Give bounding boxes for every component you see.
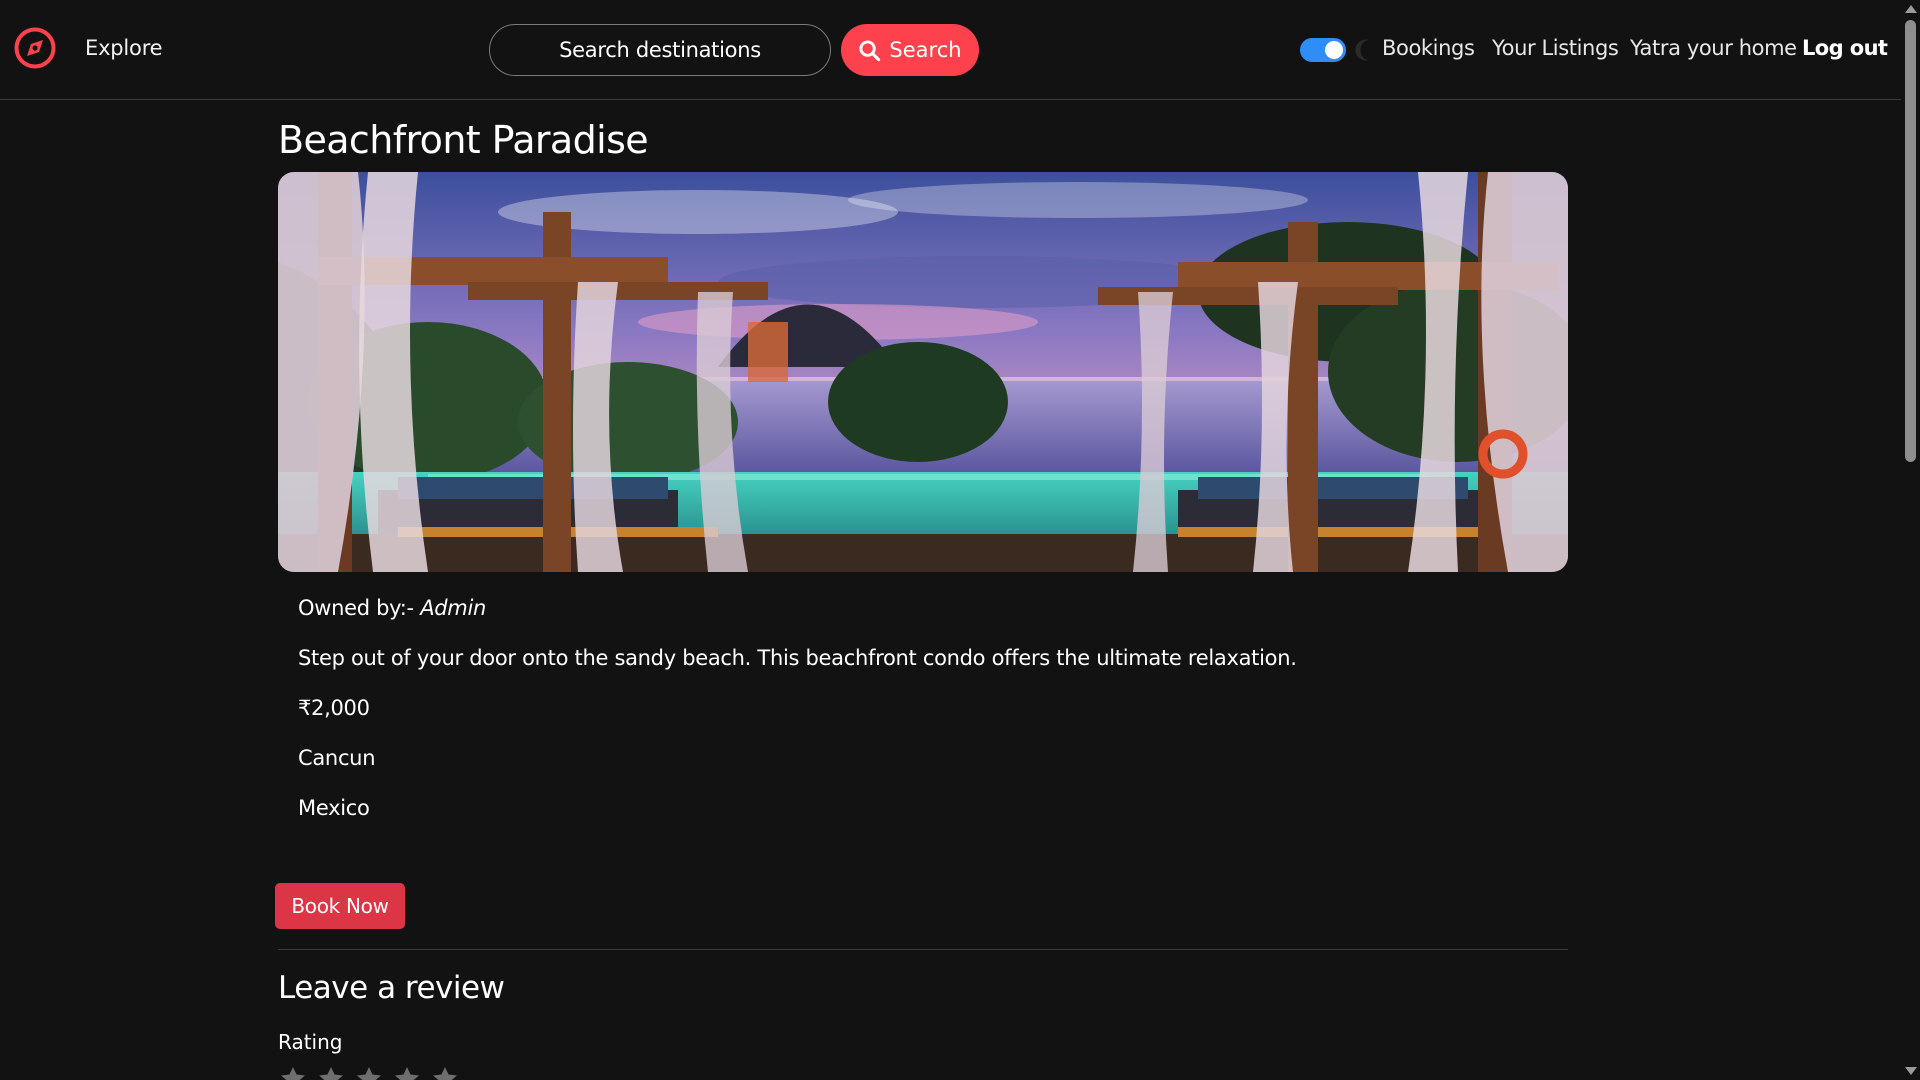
listing-city: Cancun <box>298 746 376 770</box>
search-button[interactable]: Search <box>841 24 979 76</box>
owner-name: Admin <box>420 596 486 620</box>
scroll-thumb[interactable] <box>1905 20 1916 462</box>
toggle-knob <box>1325 41 1343 59</box>
moon-icon <box>1355 39 1369 61</box>
magnifier-icon <box>859 39 881 61</box>
explore-link[interactable]: Explore <box>85 36 163 60</box>
nav-bookings-link[interactable]: Bookings <box>1382 36 1475 60</box>
star-icon[interactable] <box>280 1066 306 1080</box>
nav-your-listings-link[interactable]: Your Listings <box>1492 36 1619 60</box>
nav-logout-link[interactable]: Log out <box>1802 36 1888 60</box>
listing-image <box>278 172 1568 572</box>
compass-icon[interactable] <box>12 25 58 71</box>
search-button-label: Search <box>889 38 962 62</box>
owner-prefix: Owned by:- <box>298 596 421 620</box>
section-divider <box>278 949 1568 950</box>
navbar: Explore Search Bookings Your Listings Ya… <box>0 0 1901 100</box>
star-icon[interactable] <box>432 1066 458 1080</box>
page: Explore Search Bookings Your Listings Ya… <box>0 0 1920 1080</box>
star-icon[interactable] <box>318 1066 344 1080</box>
theme-toggle[interactable] <box>1300 38 1346 62</box>
scroll-up-arrow[interactable] <box>1905 5 1917 13</box>
listing-price: ₹2,000 <box>298 696 370 720</box>
review-heading: Leave a review <box>278 970 505 1006</box>
listing-description: Step out of your door onto the sandy bea… <box>298 646 1297 670</box>
page-scrollbar[interactable] <box>1901 0 1920 1080</box>
scroll-down-arrow[interactable] <box>1905 1067 1917 1075</box>
book-now-button[interactable]: Book Now <box>275 883 405 929</box>
star-icon[interactable] <box>394 1066 420 1080</box>
nav-yatra-your-home-link[interactable]: Yatra your home <box>1630 36 1797 60</box>
search-input[interactable] <box>489 24 831 76</box>
listing-country: Mexico <box>298 796 370 820</box>
star-icon[interactable] <box>356 1066 382 1080</box>
star-rating <box>280 1066 458 1080</box>
owner-line: Owned by:- Admin <box>298 596 486 620</box>
rating-label: Rating <box>278 1030 343 1054</box>
listing-title: Beachfront Paradise <box>278 118 649 162</box>
